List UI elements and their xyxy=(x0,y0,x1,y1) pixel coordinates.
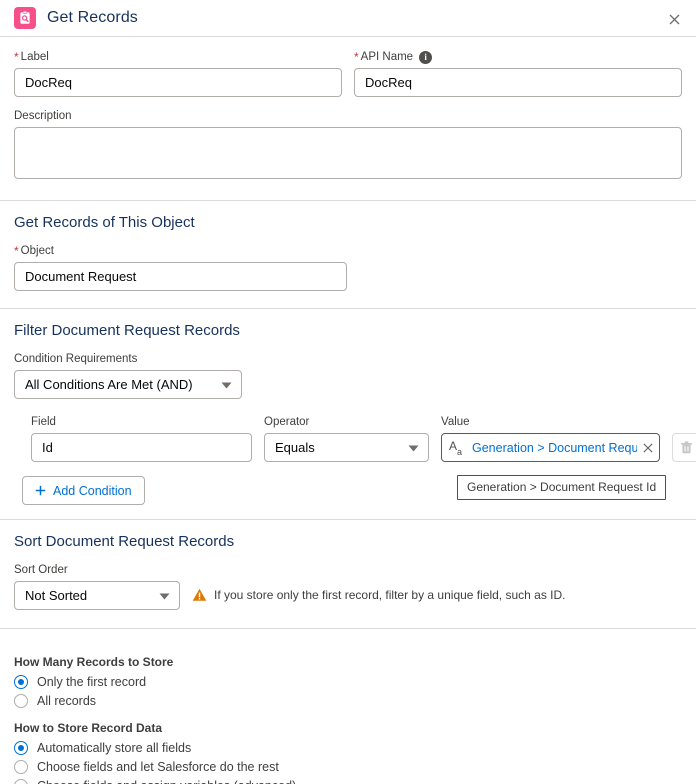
condition-operator-select[interactable] xyxy=(264,433,429,462)
radio-label: Automatically store all fields xyxy=(37,741,192,755)
radio-button[interactable] xyxy=(14,741,28,755)
add-condition-label: Add Condition xyxy=(53,483,132,498)
radio-choose-fields-salesforce[interactable]: Choose fields and let Salesforce do the … xyxy=(14,760,682,774)
add-condition-button[interactable]: Add Condition xyxy=(22,476,145,505)
sort-order-select-wrap xyxy=(14,581,180,610)
radio-button[interactable] xyxy=(14,779,28,784)
object-section-heading: Get Records of This Object xyxy=(14,214,195,231)
api-name-text: API Name xyxy=(360,51,414,63)
condition-field-group: Field xyxy=(31,415,252,462)
condition-value-input[interactable]: A a Generation > Document Requ... xyxy=(441,433,660,462)
description-textarea[interactable] xyxy=(14,127,682,179)
label-text: Label xyxy=(20,51,49,63)
filter-condition-row: Field Operator Value A a Gen xyxy=(14,415,696,462)
label-input[interactable] xyxy=(14,68,342,97)
radio-only-first-record[interactable]: Only the first record xyxy=(14,675,682,689)
condition-value-text: Generation > Document Requ... xyxy=(472,440,637,455)
description-field-group: Description xyxy=(14,109,682,184)
store-options-section: How Many Records to Store Only the first… xyxy=(0,629,696,784)
radio-auto-store-all-fields[interactable]: Automatically store all fields xyxy=(14,741,682,755)
filter-section-heading: Filter Document Request Records xyxy=(14,322,240,339)
sort-order-label: Sort Order xyxy=(14,564,68,576)
svg-text:A: A xyxy=(449,439,457,453)
label-field-group: * Label xyxy=(14,50,342,97)
required-asterisk: * xyxy=(354,49,359,64)
condition-operator-group: Operator xyxy=(264,415,429,462)
value-tooltip: Generation > Document Request Id xyxy=(457,475,667,500)
object-field-group: * Object xyxy=(14,244,347,291)
value-tooltip-text: Generation > Document Request Id xyxy=(467,480,657,494)
label-field-label: * Label xyxy=(14,50,342,64)
required-asterisk: * xyxy=(14,49,19,64)
how-to-store-group: How to Store Record Data Automatically s… xyxy=(14,721,682,784)
sort-order-row: Sort Order If you store only the first r… xyxy=(14,563,682,610)
object-label-text: Object xyxy=(20,245,54,257)
radio-label: All records xyxy=(37,694,97,708)
svg-text:a: a xyxy=(457,447,462,457)
sort-order-group: Sort Order xyxy=(14,563,180,610)
condition-operator-select-wrap xyxy=(264,433,429,462)
radio-all-records[interactable]: All records xyxy=(14,694,682,708)
condition-field-input[interactable] xyxy=(31,433,252,462)
clear-value-icon[interactable] xyxy=(643,442,653,453)
basic-info-block: * Label * API Name i Description xyxy=(0,37,696,200)
warning-triangle-icon xyxy=(192,588,207,602)
sort-warning-text: If you store only the first record, filt… xyxy=(214,588,566,602)
radio-choose-fields-advanced[interactable]: Choose fields and assign variables (adva… xyxy=(14,779,682,784)
get-records-icon xyxy=(14,7,36,29)
radio-button[interactable] xyxy=(14,694,28,708)
radio-label: Choose fields and let Salesforce do the … xyxy=(37,760,279,774)
radio-label: Only the first record xyxy=(37,675,147,689)
object-field-label: * Object xyxy=(14,244,347,258)
api-name-input[interactable] xyxy=(354,68,682,97)
sort-section: Sort Document Request Records Sort Order… xyxy=(0,520,696,628)
how-many-records-title: How Many Records to Store xyxy=(14,655,174,669)
description-field-label: Description xyxy=(14,109,682,123)
radio-label: Choose fields and assign variables (adva… xyxy=(37,779,296,784)
how-to-store-title: How to Store Record Data xyxy=(14,721,163,735)
condition-requirements-select[interactable] xyxy=(14,370,242,399)
required-asterisk: * xyxy=(14,243,19,258)
sort-section-heading: Sort Document Request Records xyxy=(14,533,235,550)
object-section: Get Records of This Object * Object xyxy=(0,201,696,308)
page-title: Get Records xyxy=(47,9,138,26)
api-name-field-group: * API Name i xyxy=(354,50,682,97)
radio-button[interactable] xyxy=(14,760,28,774)
text-type-icon: A a xyxy=(449,439,466,457)
sort-order-select[interactable] xyxy=(14,581,180,610)
object-input[interactable] xyxy=(14,262,347,291)
condition-operator-label: Operator xyxy=(264,416,310,428)
delete-condition-button[interactable] xyxy=(672,433,696,462)
description-text: Description xyxy=(14,110,72,122)
info-icon[interactable]: i xyxy=(419,50,433,64)
label-api-row: * Label * API Name i xyxy=(14,50,682,97)
condition-value-label: Value xyxy=(441,416,470,428)
close-icon[interactable] xyxy=(665,10,683,28)
condition-field-label: Field xyxy=(31,416,56,428)
how-many-records-group: How Many Records to Store Only the first… xyxy=(14,655,682,708)
plus-icon xyxy=(35,485,46,496)
condition-requirements-group: Condition Requirements xyxy=(14,352,242,399)
filter-section: Filter Document Request Records Conditio… xyxy=(0,309,696,519)
sort-warning: If you store only the first record, filt… xyxy=(192,588,566,602)
radio-button[interactable] xyxy=(14,675,28,689)
condition-requirements-select-wrap xyxy=(14,370,242,399)
condition-requirements-label: Condition Requirements xyxy=(14,353,138,365)
api-name-field-label: * API Name i xyxy=(354,50,682,64)
modal-header: Get Records xyxy=(0,0,696,37)
condition-value-group: Value A a Generation > Document Requ... xyxy=(441,415,660,462)
